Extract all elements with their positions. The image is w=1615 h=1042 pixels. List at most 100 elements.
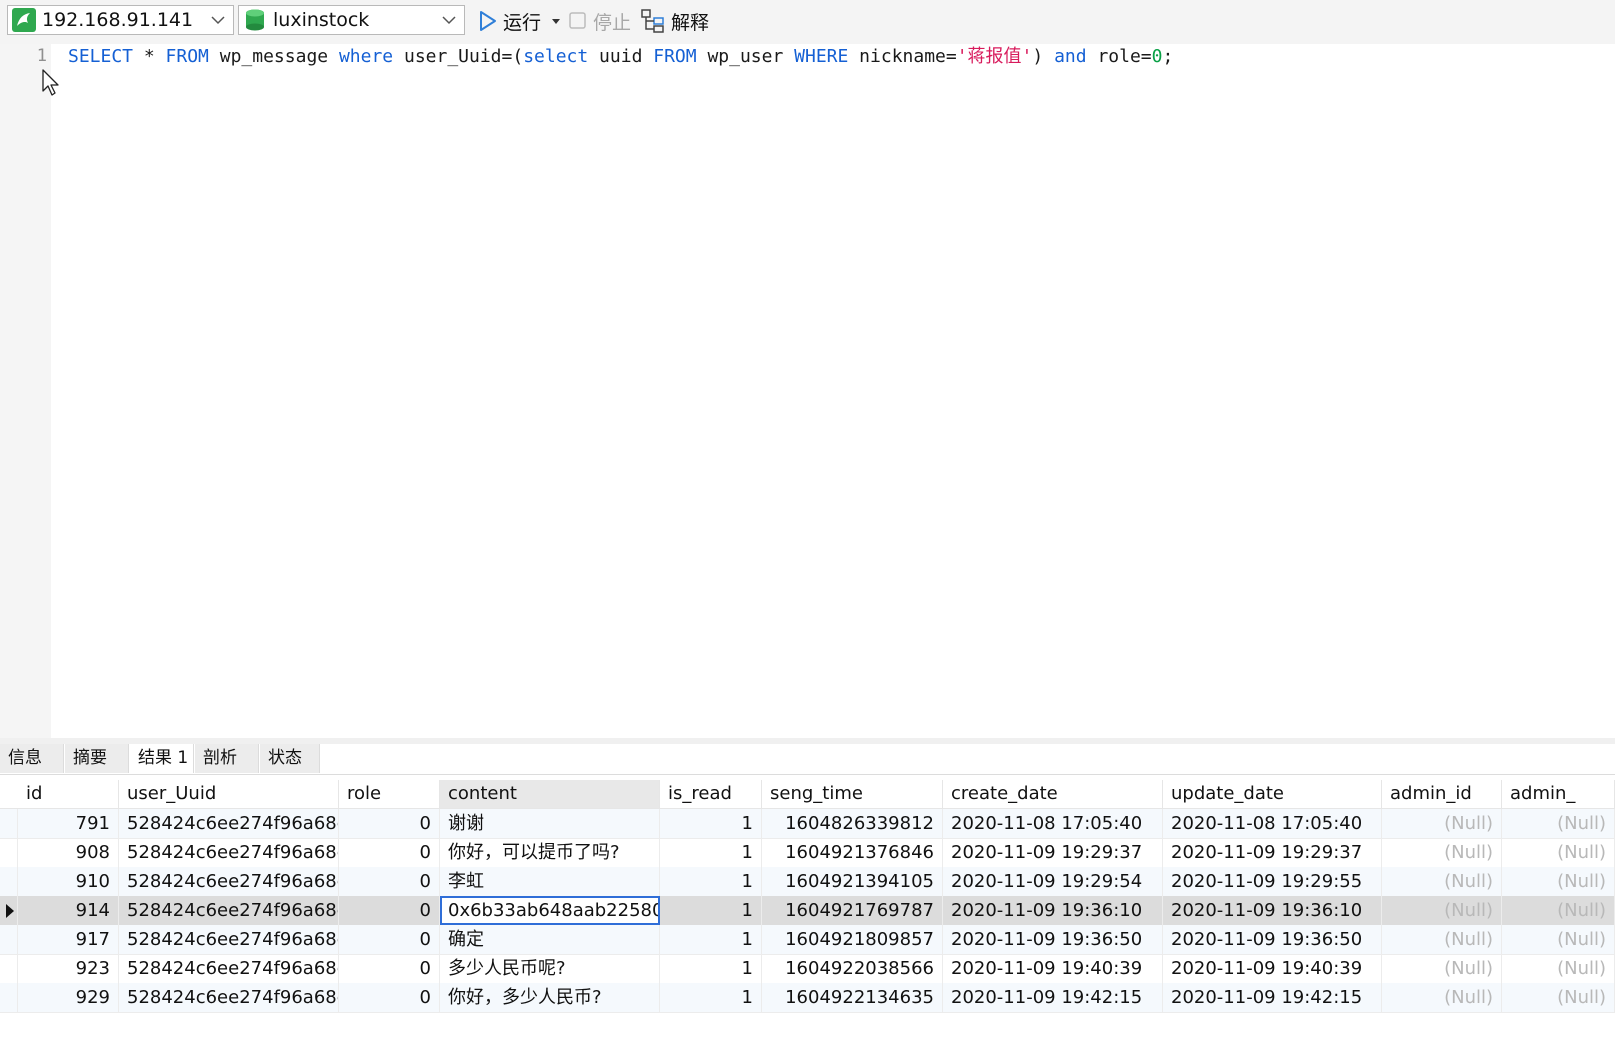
connection-dropdown[interactable]: 192.168.91.141 xyxy=(7,5,234,35)
table-cell-is_read[interactable]: 1 xyxy=(660,925,762,954)
table-cell-admin[interactable]: (Null) xyxy=(1502,954,1615,983)
table-cell-update_date[interactable]: 2020-11-09 19:40:39 xyxy=(1163,954,1382,983)
table-cell-user_Uuid[interactable]: 528424c6ee274f96a68c xyxy=(119,954,339,983)
table-row[interactable]: 908 528424c6ee274f96a68c 0 你好，可以提币了吗? 1 16049… xyxy=(0,838,1615,868)
column-header-id[interactable]: id xyxy=(18,780,119,808)
table-row[interactable]: 910 528424c6ee274f96a68c 0 李虹 1 1604921394105… xyxy=(0,867,1615,897)
sql-code-line[interactable]: SELECT * FROM wp_message where user_Uuid… xyxy=(68,44,1173,70)
table-cell-id[interactable]: 910 xyxy=(18,867,119,896)
table-cell-seng_time[interactable]: 1604921809857 xyxy=(762,925,943,954)
sql-editor[interactable]: 1 SELECT * FROM wp_message where user_Uu… xyxy=(0,44,1615,738)
row-marker[interactable] xyxy=(0,925,18,954)
table-cell-role[interactable]: 0 xyxy=(339,896,440,925)
column-header-role[interactable]: role xyxy=(339,780,440,808)
table-cell-update_date[interactable]: 2020-11-09 19:29:55 xyxy=(1163,867,1382,896)
table-cell-content[interactable]: 多少人民币呢? xyxy=(440,954,660,983)
table-cell-update_date[interactable]: 2020-11-08 17:05:40 xyxy=(1163,809,1382,838)
table-row[interactable]: 923 528424c6ee274f96a68c 0 多少人民币呢? 1 16049220… xyxy=(0,954,1615,984)
table-cell-create_date[interactable]: 2020-11-09 19:40:39 xyxy=(943,954,1163,983)
column-header-seng_time[interactable]: seng_time xyxy=(762,780,943,808)
table-cell-create_date[interactable]: 2020-11-09 19:36:50 xyxy=(943,925,1163,954)
column-header-admin[interactable]: admin_ xyxy=(1502,780,1615,808)
table-cell-is_read[interactable]: 1 xyxy=(660,983,762,1012)
row-marker[interactable] xyxy=(0,867,18,896)
row-marker[interactable] xyxy=(0,983,18,1012)
table-cell-user_Uuid[interactable]: 528424c6ee274f96a68c xyxy=(119,838,339,867)
table-cell-content[interactable]: 李虹 xyxy=(440,867,660,896)
table-cell-is_read[interactable]: 1 xyxy=(660,867,762,896)
table-cell-update_date[interactable]: 2020-11-09 19:29:37 xyxy=(1163,838,1382,867)
table-cell-admin[interactable]: (Null) xyxy=(1502,809,1615,838)
table-cell-seng_time[interactable]: 1604921376846 xyxy=(762,838,943,867)
table-cell-admin_id[interactable]: (Null) xyxy=(1382,809,1502,838)
table-row[interactable]: 917 528424c6ee274f96a68c 0 确定 1 1604921809857… xyxy=(0,925,1615,955)
table-cell-role[interactable]: 0 xyxy=(339,983,440,1012)
column-header-is_read[interactable]: is_read xyxy=(660,780,762,808)
table-cell-admin_id[interactable]: (Null) xyxy=(1382,925,1502,954)
table-cell-update_date[interactable]: 2020-11-09 19:36:10 xyxy=(1163,896,1382,925)
table-cell-content[interactable]: 你好，可以提币了吗? xyxy=(440,838,660,867)
table-cell-admin_id[interactable]: (Null) xyxy=(1382,867,1502,896)
table-cell-content[interactable]: 0x6b33ab648aab22580 xyxy=(440,896,660,925)
table-cell-is_read[interactable]: 1 xyxy=(660,896,762,925)
table-cell-content[interactable]: 确定 xyxy=(440,925,660,954)
table-row[interactable]: 791 528424c6ee274f96a68c 0 谢谢 1 1604826339812… xyxy=(0,809,1615,839)
column-header-admin_id[interactable]: admin_id xyxy=(1382,780,1502,808)
table-cell-create_date[interactable]: 2020-11-09 19:29:54 xyxy=(943,867,1163,896)
table-cell-user_Uuid[interactable]: 528424c6ee274f96a68c xyxy=(119,896,339,925)
table-cell-user_Uuid[interactable]: 528424c6ee274f96a68c xyxy=(119,925,339,954)
result-tab[interactable]: 状态 xyxy=(260,744,320,773)
table-cell-is_read[interactable]: 1 xyxy=(660,954,762,983)
table-cell-role[interactable]: 0 xyxy=(339,925,440,954)
column-header-create_date[interactable]: create_date xyxy=(943,780,1163,808)
table-cell-role[interactable]: 0 xyxy=(339,838,440,867)
table-cell-update_date[interactable]: 2020-11-09 19:36:50 xyxy=(1163,925,1382,954)
stop-button[interactable]: 停止 xyxy=(568,6,631,36)
table-cell-id[interactable]: 908 xyxy=(18,838,119,867)
table-cell-is_read[interactable]: 1 xyxy=(660,809,762,838)
column-header-user_Uuid[interactable]: user_Uuid xyxy=(119,780,339,808)
result-tab[interactable]: 结果 1 xyxy=(130,744,194,773)
database-dropdown[interactable]: luxinstock xyxy=(238,5,465,35)
explain-button[interactable]: 解释 xyxy=(640,6,709,36)
table-cell-admin[interactable]: (Null) xyxy=(1502,838,1615,867)
table-cell-role[interactable]: 0 xyxy=(339,867,440,896)
table-cell-user_Uuid[interactable]: 528424c6ee274f96a68c xyxy=(119,867,339,896)
table-cell-admin_id[interactable]: (Null) xyxy=(1382,838,1502,867)
table-cell-seng_time[interactable]: 1604922134635 xyxy=(762,983,943,1012)
table-cell-id[interactable]: 914 xyxy=(18,896,119,925)
table-cell-admin_id[interactable]: (Null) xyxy=(1382,954,1502,983)
table-cell-create_date[interactable]: 2020-11-08 17:05:40 xyxy=(943,809,1163,838)
table-cell-create_date[interactable]: 2020-11-09 19:36:10 xyxy=(943,896,1163,925)
result-tab[interactable]: 信息 xyxy=(0,744,64,773)
result-grid[interactable]: id user_Uuid role content is_read seng_time cr… xyxy=(0,780,1615,1042)
table-cell-id[interactable]: 923 xyxy=(18,954,119,983)
table-cell-id[interactable]: 929 xyxy=(18,983,119,1012)
table-cell-admin[interactable]: (Null) xyxy=(1502,925,1615,954)
row-marker[interactable] xyxy=(0,809,18,838)
table-cell-seng_time[interactable]: 1604826339812 xyxy=(762,809,943,838)
table-cell-user_Uuid[interactable]: 528424c6ee274f96a68c xyxy=(119,809,339,838)
table-row[interactable]: 914 528424c6ee274f96a68c 0 0x6b33ab648aab22… xyxy=(0,896,1615,926)
column-header-update_date[interactable]: update_date xyxy=(1163,780,1382,808)
table-cell-is_read[interactable]: 1 xyxy=(660,838,762,867)
table-cell-admin_id[interactable]: (Null) xyxy=(1382,983,1502,1012)
run-button[interactable]: 运行 xyxy=(478,6,568,36)
table-cell-admin[interactable]: (Null) xyxy=(1502,896,1615,925)
row-marker[interactable] xyxy=(0,896,18,925)
row-marker[interactable] xyxy=(0,838,18,867)
table-cell-id[interactable]: 791 xyxy=(18,809,119,838)
table-cell-id[interactable]: 917 xyxy=(18,925,119,954)
row-marker[interactable] xyxy=(0,954,18,983)
table-cell-admin_id[interactable]: (Null) xyxy=(1382,896,1502,925)
table-cell-admin[interactable]: (Null) xyxy=(1502,867,1615,896)
table-row[interactable]: 929 528424c6ee274f96a68c 0 你好，多少人民币? 1 160492… xyxy=(0,983,1615,1013)
table-cell-admin[interactable]: (Null) xyxy=(1502,983,1615,1012)
table-cell-user_Uuid[interactable]: 528424c6ee274f96a68c xyxy=(119,983,339,1012)
result-tab[interactable]: 剖析 xyxy=(195,744,259,773)
table-cell-create_date[interactable]: 2020-11-09 19:29:37 xyxy=(943,838,1163,867)
result-tab[interactable]: 摘要 xyxy=(65,744,129,773)
table-cell-seng_time[interactable]: 1604921394105 xyxy=(762,867,943,896)
table-cell-update_date[interactable]: 2020-11-09 19:42:15 xyxy=(1163,983,1382,1012)
table-cell-create_date[interactable]: 2020-11-09 19:42:15 xyxy=(943,983,1163,1012)
